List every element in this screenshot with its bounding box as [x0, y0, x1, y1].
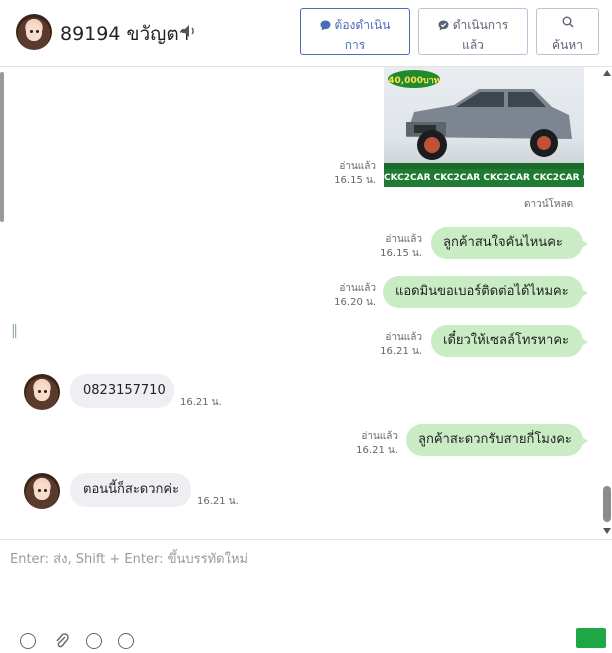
outgoing-message[interactable]: ลูกค้าสนใจคันไหนคะ	[431, 227, 588, 259]
message-time: 16.21 น.	[180, 397, 222, 408]
outgoing-message[interactable]: เดี๋ยวให้เซลล์โทรหาคะ	[431, 325, 588, 357]
template-icon[interactable]	[118, 633, 134, 649]
read-receipt: อ่านแล้ว 16.21 น.	[356, 431, 398, 456]
search-icon	[562, 16, 574, 28]
message-time: 16.21 น.	[197, 496, 239, 507]
done-action-label-1: ดำเนินการ	[452, 18, 509, 32]
outgoing-message[interactable]: ลูกค้าสะดวกรับสายกี่โมงคะ	[406, 424, 588, 456]
chat-header: 89194 ขวัญตา ต้องดำเนิน การ ดำเนินการ แล…	[0, 0, 612, 67]
download-link[interactable]: ดาวน์โหลด	[524, 197, 573, 212]
price-badge-text: 40,000บาท	[388, 76, 439, 86]
incoming-message[interactable]: 0823157710	[70, 374, 174, 408]
send-button[interactable]	[576, 628, 606, 648]
read-receipt: อ่านแล้ว 16.15 น.	[380, 234, 422, 259]
done-action-button[interactable]: ดำเนินการ แล้ว	[418, 8, 528, 55]
message-composer	[0, 539, 612, 640]
search-label: ค้นหา	[552, 38, 583, 52]
pending-action-label-2: การ	[344, 38, 366, 52]
scroll-down-arrow[interactable]	[603, 528, 611, 534]
done-action-label-2: แล้ว	[462, 38, 484, 52]
contact-name: 89194 ขวัญตา	[60, 23, 190, 45]
incoming-message[interactable]: ตอนนี้ก็สะดวกค่ะ	[70, 473, 191, 507]
resize-handle[interactable]: ‖	[11, 323, 18, 339]
car-illustration: 40,000บาท	[388, 70, 572, 160]
contact-avatar[interactable]	[24, 374, 60, 410]
read-receipt: อ่านแล้ว 16.15 น.	[334, 161, 376, 186]
pending-action-label-1: ต้องดำเนิน	[334, 18, 391, 32]
speech-bubble-icon	[320, 20, 331, 31]
contact-avatar[interactable]	[16, 14, 52, 50]
car-image-message[interactable]: 40,000บาท CKC2CAR CKC2CAR CKC2CAR CKC2CA…	[384, 67, 584, 187]
pending-action-button[interactable]: ต้องดำเนิน การ	[300, 8, 410, 55]
attach-icon[interactable]	[54, 633, 70, 649]
left-panel-scrollbar[interactable]	[0, 72, 4, 222]
check-bubble-icon	[438, 20, 449, 31]
outgoing-message[interactable]: แอดมินขอเบอร์ติดต่อได้ไหมคะ	[383, 276, 588, 308]
read-receipt: อ่านแล้ว 16.20 น.	[334, 283, 376, 308]
scroll-up-arrow[interactable]	[603, 70, 611, 76]
contact-avatar[interactable]	[24, 473, 60, 509]
read-receipt: อ่านแล้ว 16.21 น.	[380, 332, 422, 357]
sticker-icon[interactable]	[86, 633, 102, 649]
message-input[interactable]	[8, 546, 602, 630]
emoji-icon[interactable]	[20, 633, 36, 649]
search-button[interactable]: ค้นหา	[536, 8, 599, 55]
speaker-icon[interactable]	[181, 24, 197, 38]
chat-scrollbar-thumb[interactable]	[603, 486, 611, 522]
car-image-banner: CKC2CAR CKC2CAR CKC2CAR CKC2CAR CKC2	[384, 169, 584, 187]
